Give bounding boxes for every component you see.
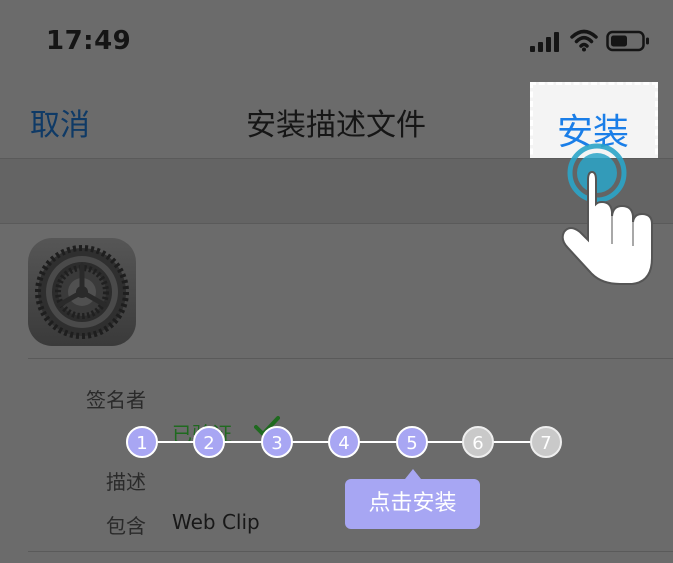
signal-bars-icon (530, 32, 559, 52)
step-connector (158, 441, 198, 443)
description-label: 描述 (106, 470, 146, 494)
page-title: 安装描述文件 (246, 108, 426, 143)
step-connector (492, 441, 534, 443)
step-7[interactable]: 7 (530, 426, 562, 458)
status-time: 17:49 (46, 26, 132, 56)
icon-divider (28, 358, 673, 359)
step-6[interactable]: 6 (462, 426, 494, 458)
step-2[interactable]: 2 (193, 426, 225, 458)
wifi-icon (570, 29, 598, 52)
step-1[interactable]: 1 (126, 426, 158, 458)
install-profile-screen: 17:49 取消 安装描述文件 安装 签名者 描述 包含 Web Clip 1 … (0, 0, 673, 563)
step-5[interactable]: 5 (396, 426, 428, 458)
step-3[interactable]: 3 (261, 426, 293, 458)
battery-icon (606, 30, 649, 52)
step-connector (358, 441, 400, 443)
bottom-divider (28, 551, 673, 552)
signed-by-label: 签名者 (86, 388, 146, 412)
step-tooltip: 点击安装 (345, 479, 480, 529)
step-4[interactable]: 4 (328, 426, 360, 458)
contains-value: Web Clip (172, 510, 260, 534)
tooltip-arrow (405, 469, 421, 479)
hand-pointer-icon (561, 143, 653, 285)
settings-gear-icon (28, 238, 136, 346)
contains-label: 包含 (106, 514, 146, 538)
cancel-button[interactable]: 取消 (30, 100, 90, 144)
step-connector (224, 441, 266, 443)
